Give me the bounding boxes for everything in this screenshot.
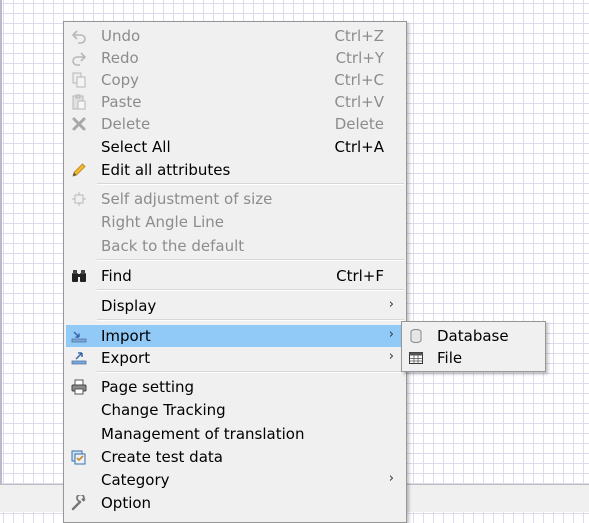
resize-icon (72, 192, 86, 206)
delete-icon (72, 117, 86, 131)
menu-separator (97, 289, 404, 291)
menu-item-page-setting[interactable]: Page setting (66, 376, 404, 398)
menu-item-edit-all-attributes[interactable]: Edit all attributes (66, 159, 404, 181)
import-icon (71, 331, 87, 343)
menu-item-label: Import (101, 327, 151, 345)
menu-item-label: Self adjustment of size (101, 190, 273, 208)
menu-item-undo[interactable]: Undo Ctrl+Z (66, 25, 404, 47)
menu-item-delete[interactable]: Delete Delete (66, 113, 404, 135)
printer-icon (71, 379, 87, 395)
chevron-right-icon: › (388, 349, 394, 364)
menu-item-import[interactable]: Import › (66, 325, 404, 347)
test-data-icon (71, 450, 86, 465)
database-icon (410, 329, 422, 343)
shortcut-label: Ctrl+Y (335, 49, 384, 67)
menu-item-redo[interactable]: Redo Ctrl+Y (66, 47, 404, 69)
menu-item-label: Display (101, 297, 157, 315)
menu-item-management-of-translation[interactable]: Management of translation (66, 423, 404, 445)
menu-item-label: Edit all attributes (101, 161, 231, 179)
menu-item-label: Right Angle Line (101, 213, 224, 231)
menu-item-label: Select All (101, 138, 171, 156)
menu-item-label: Page setting (101, 378, 195, 396)
import-submenu: Database File (401, 321, 546, 372)
menu-item-change-tracking[interactable]: Change Tracking (66, 399, 404, 421)
submenu-item-database[interactable]: Database (404, 325, 543, 346)
binoculars-icon (72, 270, 86, 282)
redo-icon (72, 52, 87, 66)
menu-item-label: Copy (101, 71, 140, 89)
menu-item-display[interactable]: Display › (66, 295, 404, 317)
menu-item-select-all[interactable]: Select All Ctrl+A (66, 136, 404, 158)
canvas-edge (0, 0, 2, 511)
menu-item-label: Option (101, 494, 152, 512)
table-file-icon (409, 352, 423, 364)
shortcut-label: Ctrl+A (334, 138, 384, 156)
menu-item-label: Redo (101, 49, 139, 67)
menu-item-export[interactable]: Export › (66, 347, 404, 369)
export-icon (71, 352, 87, 365)
menu-separator (97, 259, 404, 261)
menu-item-label: Database (437, 327, 509, 345)
shortcut-label: Delete (334, 115, 384, 133)
wrench-icon (71, 495, 86, 511)
menu-item-label: Find (101, 267, 132, 285)
menu-separator (97, 371, 404, 373)
menu-item-label: Delete (101, 115, 151, 133)
menu-item-category[interactable]: Category › (66, 469, 404, 491)
menu-item-label: File (437, 349, 463, 367)
submenu-item-file[interactable]: File (404, 347, 543, 368)
menu-item-label: Change Tracking (101, 401, 226, 419)
shortcut-label: Ctrl+V (334, 93, 384, 111)
shortcut-label: Ctrl+Z (334, 27, 384, 45)
menu-item-label: Back to the default (101, 237, 245, 255)
paste-icon (72, 94, 86, 110)
menu-item-label: Paste (101, 93, 142, 111)
pencil-icon (72, 163, 86, 177)
menu-item-label: Undo (101, 27, 141, 45)
shortcut-label: Ctrl+C (334, 71, 384, 89)
menu-item-label: Create test data (101, 448, 223, 466)
menu-item-paste[interactable]: Paste Ctrl+V (66, 91, 404, 113)
menu-item-copy[interactable]: Copy Ctrl+C (66, 69, 404, 91)
undo-icon (71, 30, 86, 44)
menu-item-right-angle-line[interactable]: Right Angle Line (66, 211, 404, 233)
menu-item-label: Export (101, 349, 151, 367)
shortcut-label: Ctrl+F (336, 267, 384, 285)
menu-item-create-test-data[interactable]: Create test data (66, 446, 404, 468)
chevron-right-icon: › (388, 297, 394, 312)
copy-icon (72, 72, 86, 88)
menu-item-label: Management of translation (101, 425, 305, 443)
menu-item-self-adjustment-of-size[interactable]: Self adjustment of size (66, 188, 404, 210)
context-menu: Undo Ctrl+Z Redo Ctrl+Y Copy Ctrl+C Past… (63, 21, 407, 523)
chevron-right-icon: › (388, 471, 394, 486)
menu-item-back-to-default[interactable]: Back to the default (66, 235, 404, 257)
menu-item-find[interactable]: Find Ctrl+F (66, 265, 404, 287)
menu-item-label: Category (101, 471, 170, 489)
menu-separator (97, 319, 404, 321)
chevron-right-icon: › (388, 327, 394, 342)
menu-separator (97, 183, 404, 185)
